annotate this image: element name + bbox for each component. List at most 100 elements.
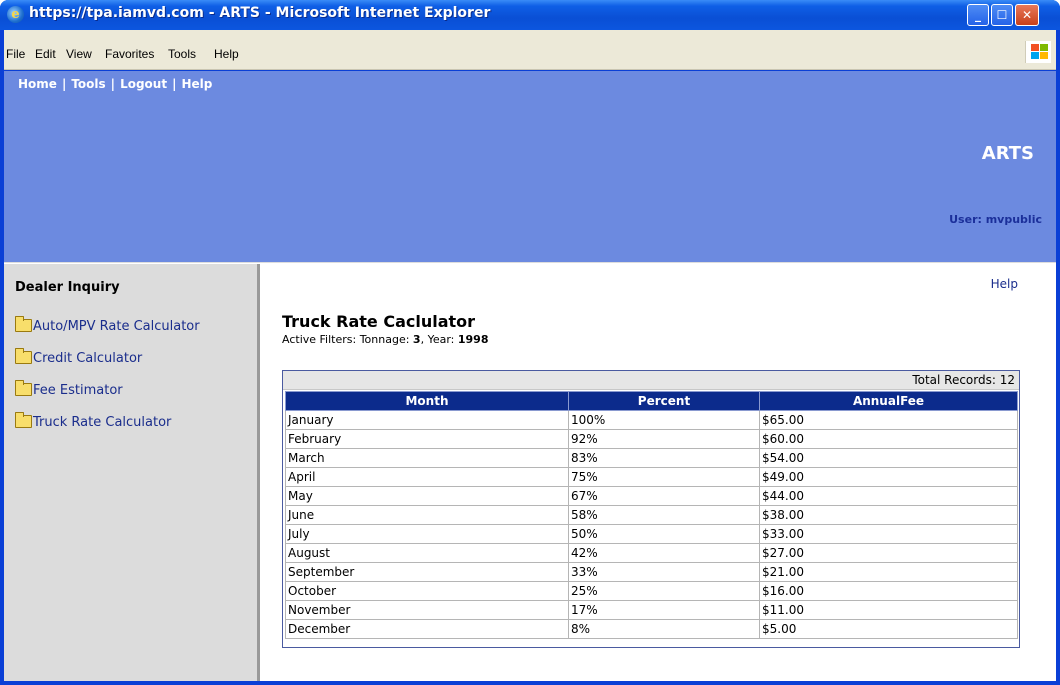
cell-annualfee: $44.00 [759, 486, 1018, 506]
folder-icon [15, 348, 32, 364]
sidebar-item-label: Truck Rate Calculator [33, 415, 172, 430]
table-row: June 58% $38.00 [285, 505, 1018, 525]
cell-month: July [285, 524, 569, 544]
page-viewport: Home | Tools | Logout | Help ARTS User: mvpubl… [4, 71, 1056, 681]
results-table: Month Percent AnnualFee January 100% $65.0… [285, 391, 1018, 639]
filters-label: Active Filters: Tonnage: [282, 333, 413, 346]
sidebar: Dealer Inquiry Auto/MPV Rate Calculator … [4, 264, 260, 681]
close-button[interactable]: ✕ [1015, 4, 1039, 26]
cell-annualfee: $11.00 [759, 600, 1018, 620]
window-bottom-border [0, 681, 1060, 685]
cell-month: October [285, 581, 569, 601]
cell-month: June [285, 505, 569, 525]
cell-month: November [285, 600, 569, 620]
sidebar-title: Dealer Inquiry [15, 280, 120, 295]
cell-percent: 83% [568, 448, 760, 468]
menu-help[interactable]: Help [214, 47, 239, 61]
folder-icon [15, 412, 32, 428]
cell-annualfee: $21.00 [759, 562, 1018, 582]
sidebar-item-credit-calculator[interactable]: Credit Calculator [15, 348, 143, 366]
help-link[interactable]: Help [991, 277, 1018, 291]
cell-percent: 58% [568, 505, 760, 525]
sidebar-item-auto-mpv-rate-calculator[interactable]: Auto/MPV Rate Calculator [15, 316, 200, 334]
sidebar-item-fee-estimator[interactable]: Fee Estimator [15, 380, 123, 398]
nav-logout-link[interactable]: Logout [120, 77, 167, 91]
total-records: Total Records: 12 [283, 371, 1019, 390]
title-bar: e https://tpa.iamvd.com - ARTS - Microso… [0, 0, 1060, 30]
table-row: September 33% $21.00 [285, 562, 1018, 582]
table-row: November 17% $11.00 [285, 600, 1018, 620]
cell-annualfee: $54.00 [759, 448, 1018, 468]
header-banner: Home | Tools | Logout | Help ARTS User: mvpubl… [4, 71, 1056, 263]
column-header-percent[interactable]: Percent [568, 391, 760, 411]
minimize-button[interactable]: _ [967, 4, 989, 26]
cell-month: January [285, 410, 569, 430]
nav-help-link[interactable]: Help [181, 77, 212, 91]
sidebar-item-truck-rate-calculator[interactable]: Truck Rate Calculator [15, 412, 172, 430]
top-navigation: Home | Tools | Logout | Help [18, 77, 212, 91]
filters-year-label: , Year: [420, 333, 458, 346]
nav-separator: | [110, 77, 116, 91]
menu-edit[interactable]: Edit [35, 47, 56, 61]
maximize-button[interactable]: ☐ [991, 4, 1013, 26]
active-filters: Active Filters: Tonnage: 3, Year: 1998 [282, 333, 489, 346]
cell-percent: 75% [568, 467, 760, 487]
cell-annualfee: $38.00 [759, 505, 1018, 525]
cell-percent: 17% [568, 600, 760, 620]
cell-month: December [285, 619, 569, 639]
cell-percent: 67% [568, 486, 760, 506]
nav-tools-link[interactable]: Tools [71, 77, 105, 91]
cell-percent: 8% [568, 619, 760, 639]
filter-year-value: 1998 [457, 333, 489, 346]
menu-bar: File Edit View Favorites Tools Help [4, 30, 1056, 70]
cell-annualfee: $27.00 [759, 543, 1018, 563]
table-row: January 100% $65.00 [285, 410, 1018, 430]
cell-percent: 50% [568, 524, 760, 544]
sidebar-item-label: Credit Calculator [33, 351, 143, 366]
results-grid: Total Records: 12 Month Percent AnnualFe… [282, 370, 1020, 648]
cell-percent: 100% [568, 410, 760, 430]
nav-home-link[interactable]: Home [18, 77, 57, 91]
nav-separator: | [61, 77, 67, 91]
table-row: May 67% $44.00 [285, 486, 1018, 506]
browser-window: e https://tpa.iamvd.com - ARTS - Microso… [0, 0, 1060, 685]
folder-icon [15, 316, 32, 332]
cell-annualfee: $16.00 [759, 581, 1018, 601]
cell-annualfee: $49.00 [759, 467, 1018, 487]
table-row: March 83% $54.00 [285, 448, 1018, 468]
cell-month: May [285, 486, 569, 506]
window-title: https://tpa.iamvd.com - ARTS - Microsoft… [29, 5, 491, 21]
menu-favorites[interactable]: Favorites [105, 47, 154, 61]
sidebar-item-label: Fee Estimator [33, 383, 123, 398]
app-name: ARTS [981, 143, 1034, 164]
cell-month: April [285, 467, 569, 487]
cell-percent: 92% [568, 429, 760, 449]
internet-explorer-icon: e [7, 6, 24, 23]
table-row: December 8% $5.00 [285, 619, 1018, 639]
column-header-annualfee[interactable]: AnnualFee [759, 391, 1018, 411]
menu-view[interactable]: View [66, 47, 92, 61]
cell-month: August [285, 543, 569, 563]
menu-file[interactable]: File [6, 47, 25, 61]
nav-separator: | [172, 77, 177, 91]
table-row: February 92% $60.00 [285, 429, 1018, 449]
main-content: Help Truck Rate Caclulator Active Filter… [263, 264, 1056, 681]
windows-logo-icon [1025, 41, 1051, 63]
cell-percent: 33% [568, 562, 760, 582]
table-header-row: Month Percent AnnualFee [285, 391, 1018, 411]
cell-percent: 42% [568, 543, 760, 563]
table-row: April 75% $49.00 [285, 467, 1018, 487]
table-row: August 42% $27.00 [285, 543, 1018, 563]
menu-tools[interactable]: Tools [168, 47, 196, 61]
cell-month: September [285, 562, 569, 582]
cell-annualfee: $5.00 [759, 619, 1018, 639]
page-title: Truck Rate Caclulator [282, 312, 476, 331]
column-header-month[interactable]: Month [285, 391, 569, 411]
table-row: July 50% $33.00 [285, 524, 1018, 544]
sidebar-item-label: Auto/MPV Rate Calculator [33, 319, 200, 334]
cell-month: March [285, 448, 569, 468]
folder-icon [15, 380, 32, 396]
filter-tonnage-value: 3 [412, 333, 421, 346]
table-row: October 25% $16.00 [285, 581, 1018, 601]
user-label: User: mvpublic [949, 213, 1042, 226]
